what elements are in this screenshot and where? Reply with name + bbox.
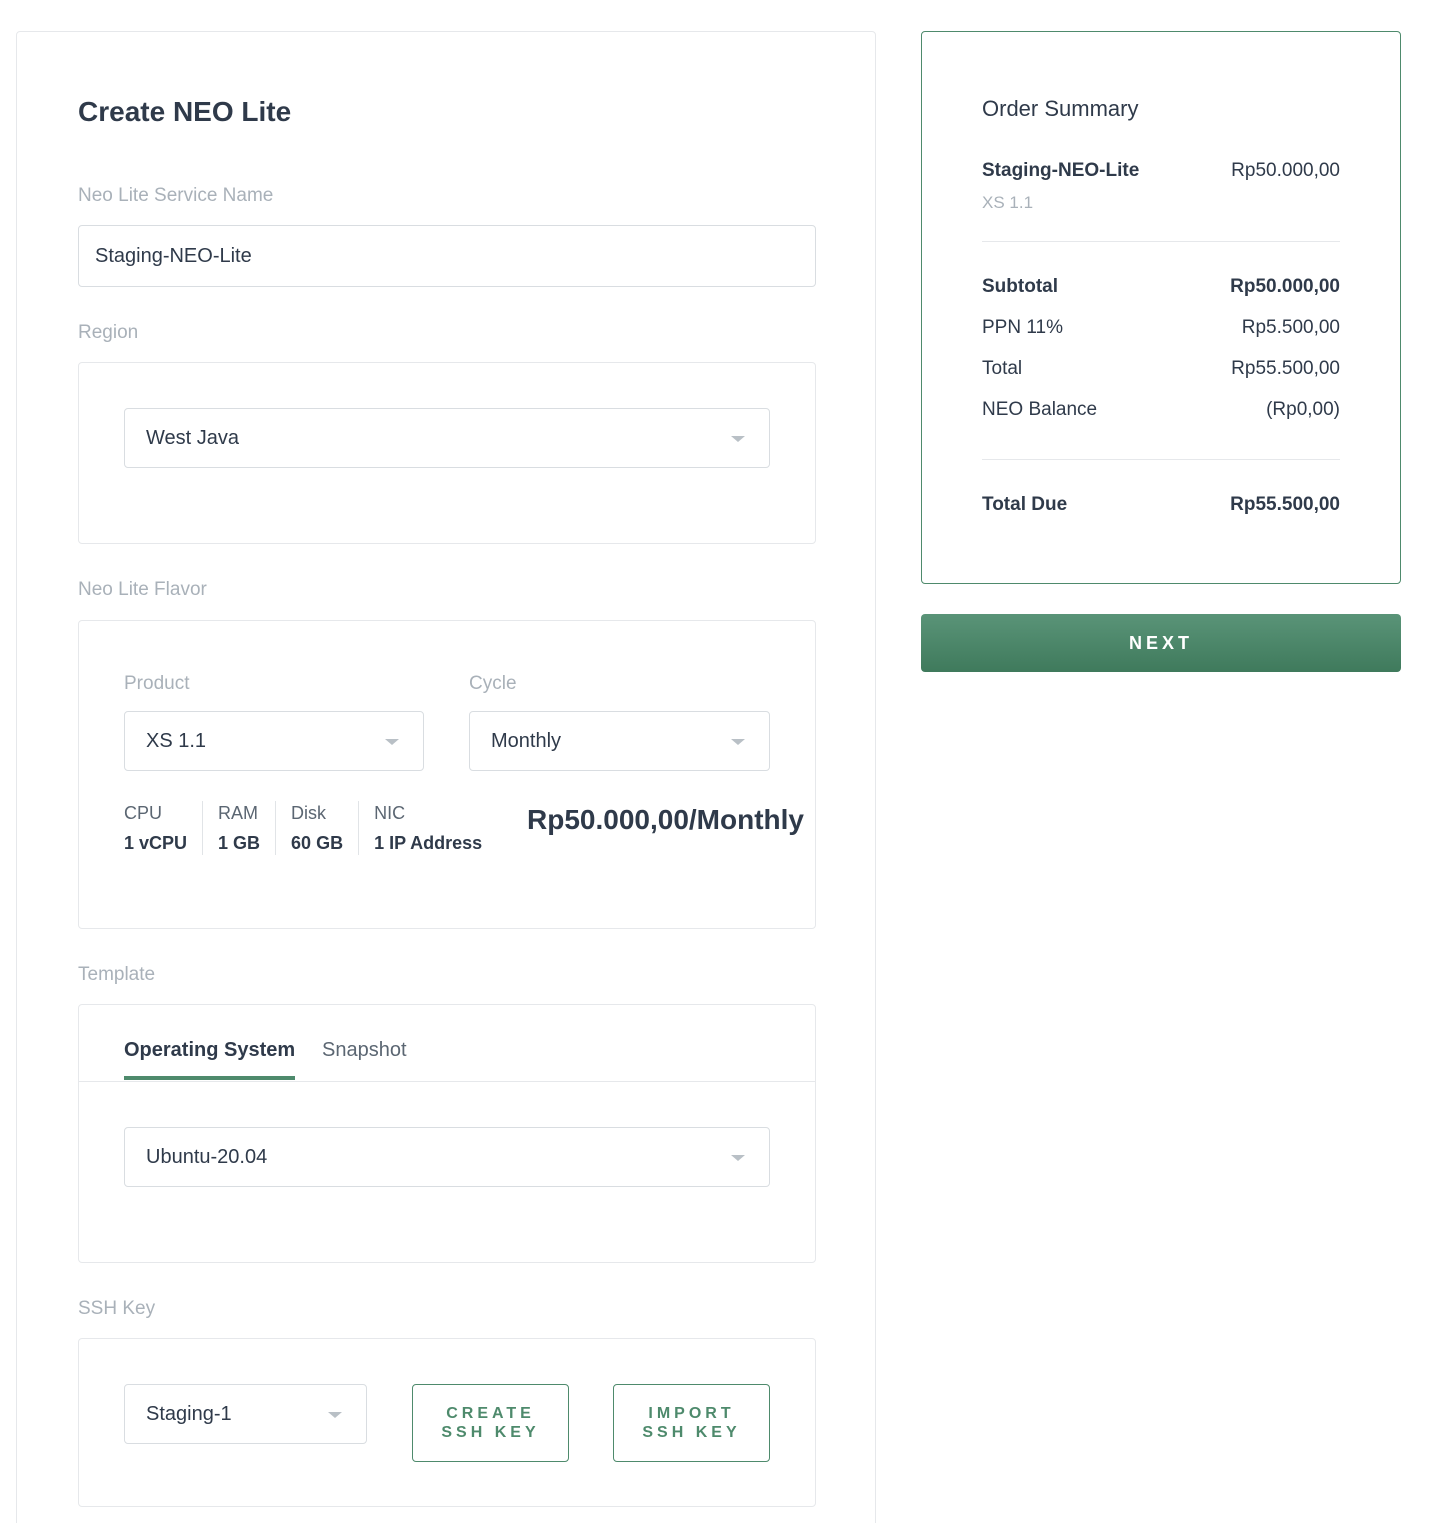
spec-value: 1 IP Address <box>374 833 483 853</box>
summary-row-total-due: Total Due Rp55.500,00 <box>982 494 1340 516</box>
service-name-input[interactable] <box>78 225 816 287</box>
total-due-label: Total Due <box>982 494 1068 515</box>
ssh-key-select[interactable]: Staging-1 <box>124 1384 367 1444</box>
summary-row-ppn: PPN 11% Rp5.500,00 <box>982 317 1340 339</box>
import-ssh-key-line2: SSH KEY <box>642 1424 741 1441</box>
flavor-label: Neo Lite Flavor <box>78 579 207 600</box>
chevron-down-icon <box>328 1412 342 1418</box>
summary-row-label: Total <box>982 358 1023 379</box>
summary-item-row: Staging-NEO-Lite Rp50.000,00 <box>982 160 1340 182</box>
chevron-down-icon <box>731 436 745 442</box>
region-select-value: West Java <box>146 426 239 449</box>
summary-row-label: PPN 11% <box>982 317 1063 338</box>
spec-label: CPU <box>124 803 163 823</box>
flavor-specs: CPU 1 vCPU RAM 1 GB Disk 60 GB NIC 1 IP … <box>124 801 497 855</box>
spec-label: Disk <box>291 803 327 823</box>
flavor-panel: Product XS 1.1 Cycle Monthly CPU 1 vCPU … <box>78 620 816 929</box>
spec-value: 1 vCPU <box>124 833 188 853</box>
summary-item-price: Rp50.000,00 <box>1231 160 1340 181</box>
ssh-key-select-value: Staging-1 <box>146 1402 232 1425</box>
summary-row-label: NEO Balance <box>982 399 1098 420</box>
total-due-value: Rp55.500,00 <box>1230 494 1340 515</box>
template-panel: Operating System Snapshot Ubuntu-20.04 <box>78 1004 816 1263</box>
product-label: Product <box>124 673 190 694</box>
spec-ram: RAM 1 GB <box>202 801 275 855</box>
cycle-select[interactable]: Monthly <box>469 711 770 771</box>
ssh-key-label: SSH Key <box>78 1298 156 1319</box>
order-summary-card: Order Summary Staging-NEO-Lite Rp50.000,… <box>921 31 1401 584</box>
spec-value: 1 GB <box>218 833 261 853</box>
summary-item-name: Staging-NEO-Lite <box>982 160 1140 181</box>
product-select[interactable]: XS 1.1 <box>124 711 424 771</box>
summary-divider <box>982 459 1340 460</box>
spec-value: 60 GB <box>291 833 344 853</box>
summary-divider <box>982 241 1340 242</box>
create-ssh-key-button[interactable]: CREATE SSH KEY <box>412 1384 569 1462</box>
summary-row-total: Total Rp55.500,00 <box>982 358 1340 380</box>
spec-label: RAM <box>218 803 259 823</box>
import-ssh-key-button[interactable]: IMPORT SSH KEY <box>613 1384 770 1462</box>
chevron-down-icon <box>731 739 745 745</box>
spec-cpu: CPU 1 vCPU <box>124 801 202 855</box>
spec-nic: NIC 1 IP Address <box>358 801 497 855</box>
spec-label: NIC <box>374 803 406 823</box>
template-label: Template <box>78 964 156 985</box>
page-title: Create NEO Lite <box>78 96 292 127</box>
cycle-select-value: Monthly <box>491 729 562 752</box>
template-tabs: Operating System Snapshot <box>79 1005 815 1082</box>
summary-row-value: Rp55.500,00 <box>1231 358 1340 379</box>
order-summary-title: Order Summary <box>982 96 1139 121</box>
spec-disk: Disk 60 GB <box>275 801 358 855</box>
region-select[interactable]: West Java <box>124 408 770 468</box>
flavor-price: Rp50.000,00/Monthly <box>527 804 804 835</box>
region-panel: West Java <box>78 362 816 544</box>
tab-operating-system[interactable]: Operating System <box>124 1039 296 1080</box>
summary-row-balance: NEO Balance (Rp0,00) <box>982 399 1340 421</box>
import-ssh-key-line1: IMPORT <box>648 1405 735 1422</box>
create-ssh-key-line1: CREATE <box>446 1405 535 1422</box>
create-ssh-key-line2: SSH KEY <box>441 1424 540 1441</box>
os-select-value: Ubuntu-20.04 <box>146 1145 268 1168</box>
cycle-label: Cycle <box>469 673 517 694</box>
create-form-card: Create NEO Lite Neo Lite Service Name Re… <box>16 31 876 1523</box>
summary-row-value: Rp5.500,00 <box>1241 317 1340 338</box>
ssh-key-panel: Staging-1 CREATE SSH KEY IMPORT SSH KEY <box>78 1338 816 1507</box>
service-name-label: Neo Lite Service Name <box>78 185 274 206</box>
summary-row-value: Rp50.000,00 <box>1230 276 1340 297</box>
product-select-value: XS 1.1 <box>146 729 207 752</box>
os-select[interactable]: Ubuntu-20.04 <box>124 1127 770 1187</box>
region-label: Region <box>78 322 139 343</box>
summary-row-label: Subtotal <box>982 276 1058 297</box>
summary-item-flavor: XS 1.1 <box>982 193 1034 212</box>
next-button[interactable]: NEXT <box>921 614 1401 672</box>
summary-row-value: (Rp0,00) <box>1266 399 1340 420</box>
summary-row-subtotal: Subtotal Rp50.000,00 <box>982 276 1340 298</box>
chevron-down-icon <box>385 739 399 745</box>
chevron-down-icon <box>731 1155 745 1161</box>
tab-snapshot[interactable]: Snapshot <box>322 1039 407 1076</box>
